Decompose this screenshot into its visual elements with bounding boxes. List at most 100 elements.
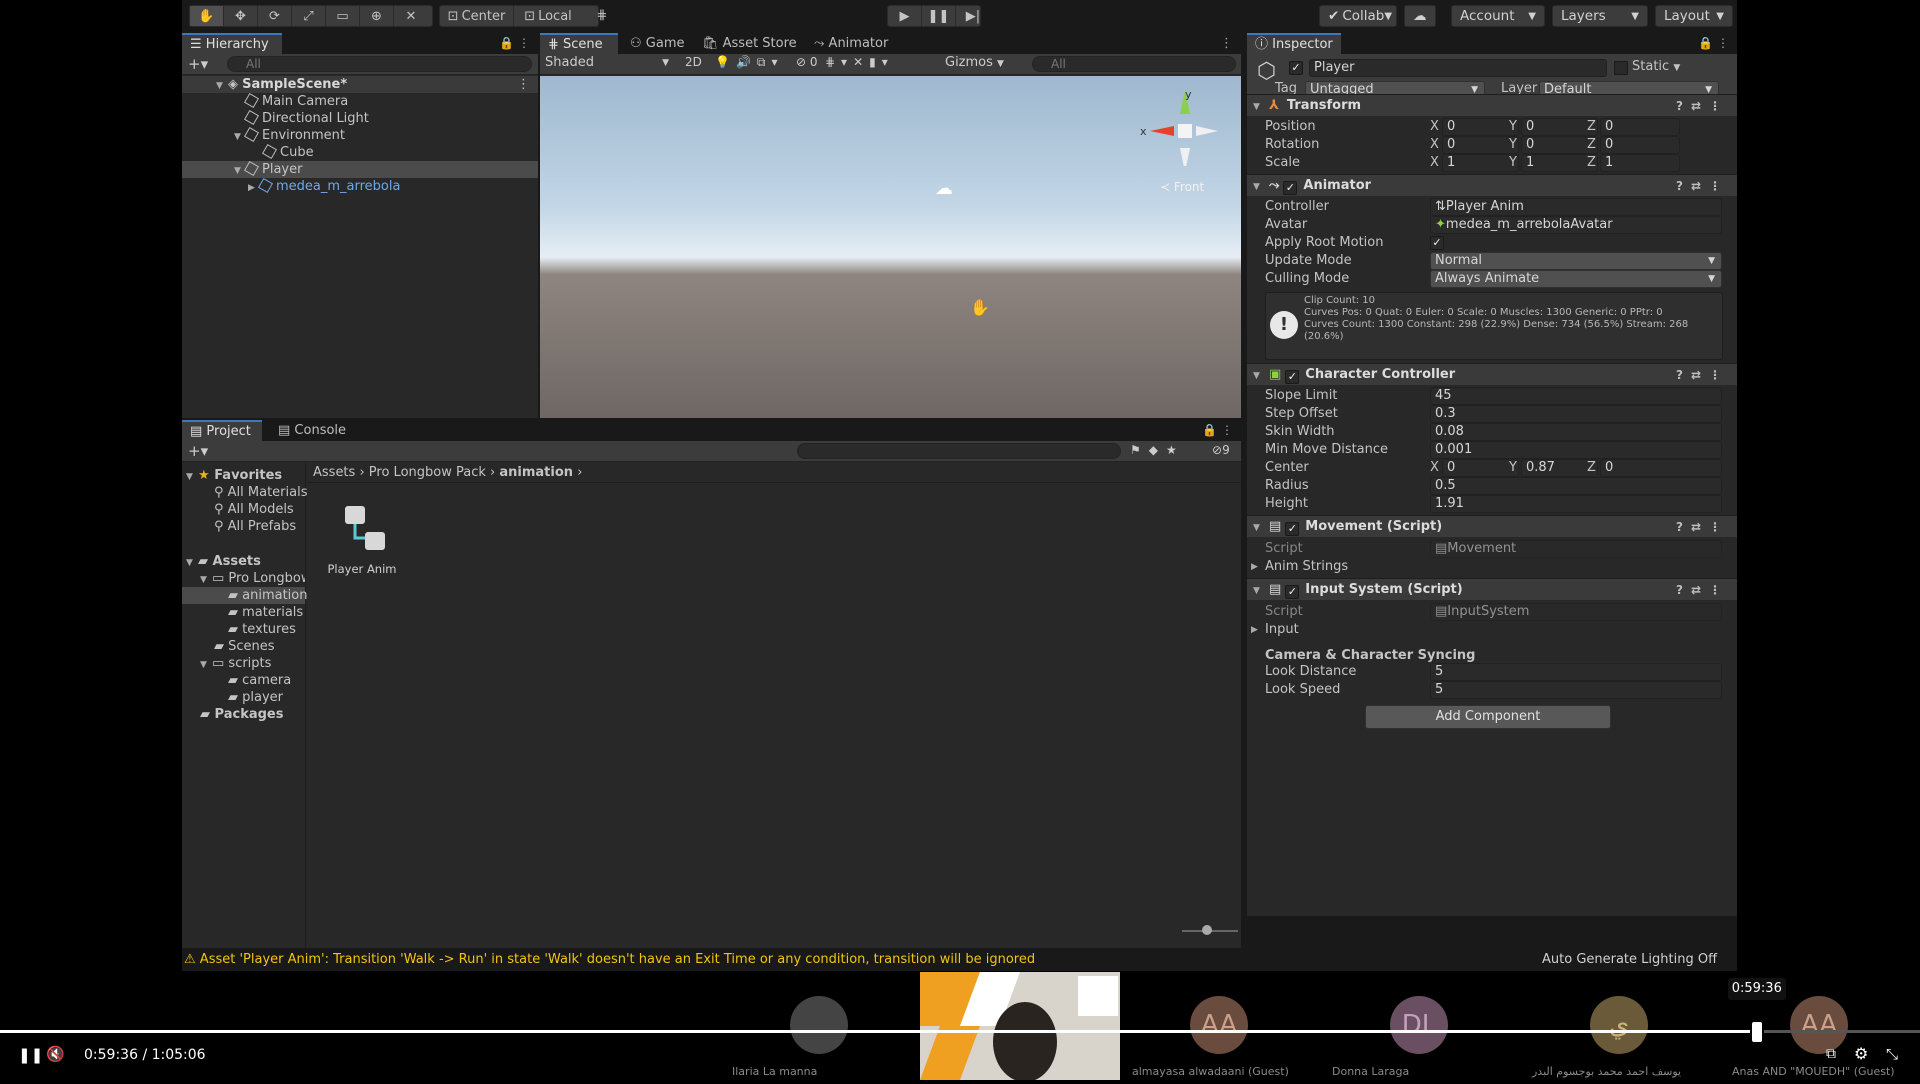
favorite-item[interactable]: ⚲ All Prefabs xyxy=(182,518,305,535)
tab-scene[interactable]: ⋕ Scene xyxy=(540,33,618,54)
enabled-checkbox[interactable]: ✓ xyxy=(1285,370,1300,384)
controller-field[interactable]: ⇅Player Anim xyxy=(1430,198,1722,216)
create-add-icon[interactable]: +▾ xyxy=(188,55,208,73)
component-menu-icons[interactable]: ?⇄⋮ xyxy=(1676,579,1729,601)
grid-snap-button[interactable]: ⋕ xyxy=(585,5,615,27)
folder-item[interactable]: ▰ materials xyxy=(182,604,305,621)
hierarchy-item-selected[interactable]: ▼ Player xyxy=(182,160,538,178)
enabled-checkbox[interactable]: ✓ xyxy=(1285,522,1300,536)
hierarchy-item[interactable]: Cube xyxy=(182,143,538,161)
add-component-button[interactable]: Add Component xyxy=(1365,705,1611,729)
folder-item[interactable]: ▰ textures xyxy=(182,621,305,638)
project-filter-icons[interactable]: ⚑◆★ xyxy=(1130,443,1185,457)
favorite-item[interactable]: ⚲ All Models xyxy=(182,501,305,518)
participant-video-tile[interactable] xyxy=(920,972,1120,1082)
enabled-checkbox[interactable]: ✓ xyxy=(1283,181,1298,195)
mute-icon[interactable]: 🔇 xyxy=(46,1045,65,1063)
view-label[interactable]: ≺ Front xyxy=(1160,180,1204,194)
tab-hierarchy[interactable]: ☰ Hierarchy xyxy=(182,33,282,54)
tab-game[interactable]: ⚇ Game xyxy=(622,33,693,54)
panel-options-icon[interactable]: ⋮ xyxy=(1220,36,1233,51)
gear-icon[interactable]: ⚙ xyxy=(1854,1044,1868,1063)
hidden-packages-toggle[interactable]: ⊘9 xyxy=(1212,443,1230,457)
animator-header[interactable]: ▼ ⤳ ✓ Animator ?⇄⋮ xyxy=(1247,174,1737,196)
play-button[interactable]: ▶ xyxy=(888,6,922,26)
scene-menu-icon[interactable]: ⋮ xyxy=(517,76,530,93)
gizmo-neg-y-axis[interactable] xyxy=(1180,148,1190,166)
cloud-button[interactable]: ☁ xyxy=(1404,5,1436,27)
favorites-item[interactable]: ▼ ★ Favorites xyxy=(182,467,305,484)
scale-tool-icon[interactable]: ⤢ xyxy=(292,6,326,26)
folder-item[interactable]: ▼ ▭ Pro Longbow xyxy=(182,570,305,587)
captions-icon[interactable]: ⧉ xyxy=(1826,1046,1836,1062)
panel-options-icon[interactable]: 🔒 ⋮ xyxy=(1202,423,1233,437)
pause-button[interactable]: ❚❚ xyxy=(922,6,956,26)
position-x-field[interactable]: 0 xyxy=(1442,118,1519,136)
update-mode-dropdown[interactable]: Normal ▼ xyxy=(1430,252,1722,270)
packages-root[interactable]: ▰ Packages xyxy=(182,706,305,723)
shading-mode-dropdown[interactable]: Shaded ▼ xyxy=(545,55,673,70)
lighting-status[interactable]: Auto Generate Lighting Off xyxy=(1542,948,1717,971)
breadcrumb-item-current[interactable]: animation xyxy=(499,465,573,480)
grid-and-tools-toggles[interactable]: ⋕▾✕▮▾ xyxy=(825,55,894,69)
component-menu-icons[interactable]: ?⇄⋮ xyxy=(1676,516,1729,538)
component-menu-icons[interactable]: ?⇄⋮ xyxy=(1676,175,1729,197)
gizmos-dropdown[interactable]: Gizmos ▼ xyxy=(945,55,1004,70)
rotate-tool-icon[interactable]: ⟳ xyxy=(258,6,292,26)
position-z-field[interactable]: 0 xyxy=(1600,118,1680,136)
tab-inspector[interactable]: ⓘ Inspector xyxy=(1247,33,1341,54)
panel-options-icon[interactable]: 🔒 ⋮ xyxy=(499,36,530,50)
step-offset-field[interactable]: 0.3 xyxy=(1430,405,1722,423)
rotation-z-field[interactable]: 0 xyxy=(1600,136,1680,154)
static-checkbox[interactable] xyxy=(1614,61,1628,75)
panel-options-icon[interactable]: 🔒 ⋮ xyxy=(1698,36,1729,50)
folder-item[interactable]: ▰ camera xyxy=(182,672,305,689)
custom-tool-icon[interactable]: ✕ xyxy=(394,6,428,26)
layers-dropdown[interactable]: Layers ▼ xyxy=(1552,5,1648,27)
folder-item[interactable]: ▰ Scenes xyxy=(182,638,305,655)
hidden-objects-toggle[interactable]: ⊘ 0 xyxy=(796,55,818,69)
transform-tool-icon[interactable]: ⊕ xyxy=(360,6,394,26)
participant-tile[interactable]: ي يوسف احمد محمد بوجسوم البدر xyxy=(1520,972,1720,1080)
look-speed-field[interactable]: 5 xyxy=(1430,681,1722,699)
height-field[interactable]: 1.91 xyxy=(1430,495,1722,513)
layout-dropdown[interactable]: Layout ▼ xyxy=(1655,5,1733,27)
object-name-field[interactable]: Player xyxy=(1309,59,1607,77)
input-foldout-row[interactable]: ▶ Input xyxy=(1247,620,1737,640)
scene-row[interactable]: ▼ ◈ SampleScene* ⋮ xyxy=(182,76,538,93)
culling-mode-dropdown[interactable]: Always Animate ▼ xyxy=(1430,270,1722,288)
step-button[interactable]: ▶| xyxy=(956,6,990,26)
assets-root[interactable]: ▼ ▰ Assets xyxy=(182,553,305,570)
tab-console[interactable]: ▤ Console xyxy=(270,420,354,441)
folder-item-selected[interactable]: ▰ animation xyxy=(182,587,308,604)
gizmo-x-axis[interactable] xyxy=(1150,126,1174,136)
2d-toggle[interactable]: 2D xyxy=(685,55,702,69)
skin-width-field[interactable]: 0.08 xyxy=(1430,423,1722,441)
favorite-item[interactable]: ⚲ All Materials xyxy=(182,484,308,501)
scene-view-toggles[interactable]: 💡🔊⧉▾ xyxy=(715,55,783,70)
tab-animator[interactable]: ⤳ Animator xyxy=(806,33,896,54)
gizmo-neg-x-axis[interactable] xyxy=(1196,126,1218,136)
anim-strings-row[interactable]: ▶ Anim Strings xyxy=(1247,557,1737,577)
radius-field[interactable]: 0.5 xyxy=(1430,477,1722,495)
project-search-input[interactable] xyxy=(797,443,1121,459)
transform-header[interactable]: ▼ ⅄ Transform ?⇄⋮ xyxy=(1247,94,1737,116)
static-dropdown[interactable]: Static ▼ xyxy=(1632,59,1680,74)
gizmo-center[interactable] xyxy=(1178,124,1192,138)
orientation-gizmo[interactable]: y x xyxy=(1140,86,1230,166)
center-x-field[interactable]: 0 xyxy=(1442,459,1519,477)
input-system-header[interactable]: ▼ ▤ ✓ Input System (Script) ?⇄⋮ xyxy=(1247,578,1737,600)
rotation-x-field[interactable]: 0 xyxy=(1442,136,1519,154)
slope-limit-field[interactable]: 45 xyxy=(1430,387,1722,405)
hierarchy-item[interactable]: Main Camera xyxy=(182,92,538,110)
participant-tile[interactable]: DL Donna Laraga xyxy=(1320,972,1520,1080)
hierarchy-item[interactable]: ▼ Environment xyxy=(182,126,538,144)
directional-light-icon[interactable]: ☁ xyxy=(935,178,953,199)
folder-item[interactable]: ▰ player xyxy=(182,689,305,706)
scale-z-field[interactable]: 1 xyxy=(1600,154,1680,172)
enabled-checkbox[interactable]: ✓ xyxy=(1285,585,1300,599)
zoom-slider-handle[interactable] xyxy=(1202,925,1212,935)
video-progress-handle[interactable] xyxy=(1749,1020,1764,1044)
scene-search-input[interactable]: All xyxy=(1032,56,1236,72)
tab-asset-store[interactable]: 🛍 Asset Store xyxy=(694,33,805,54)
